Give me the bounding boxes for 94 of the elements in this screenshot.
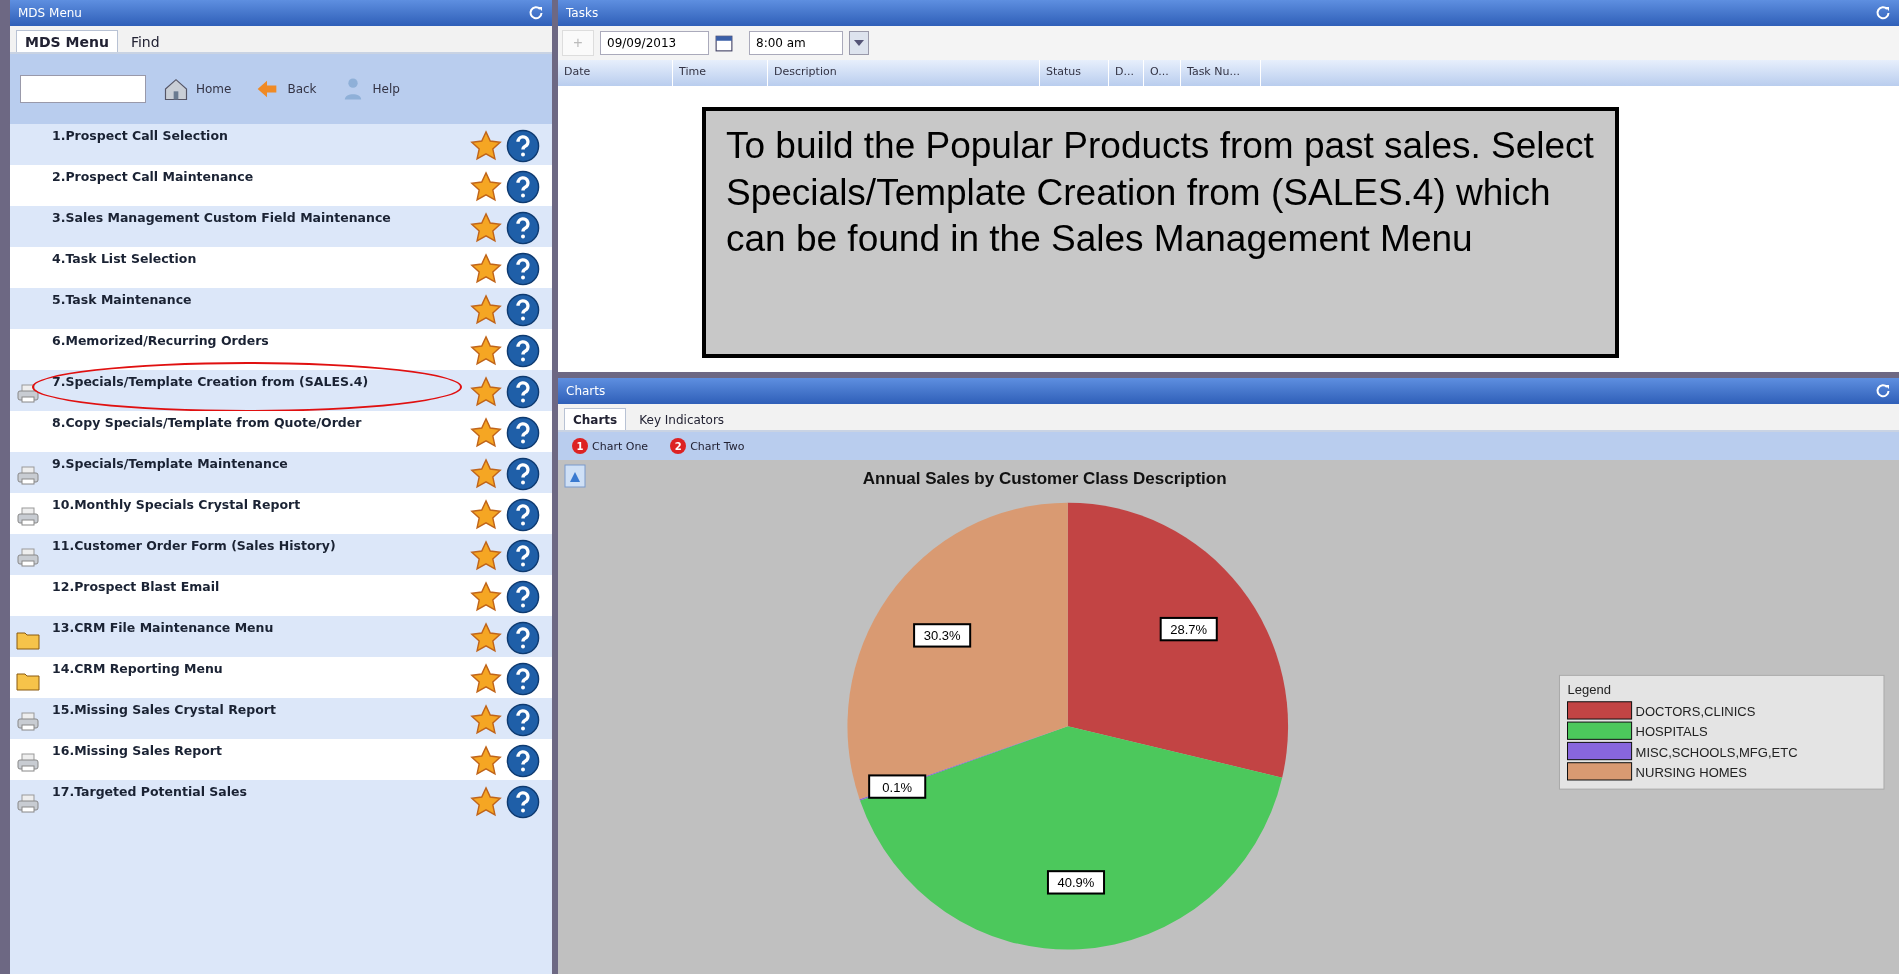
help-icon[interactable] — [506, 662, 540, 696]
star-icon[interactable] — [469, 375, 503, 409]
legend-label: HOSPITALS — [1635, 724, 1708, 740]
column-header[interactable]: Time — [673, 60, 768, 86]
help-icon[interactable] — [506, 170, 540, 204]
menu-item[interactable]: 11.Customer Order Form (Sales History) — [46, 534, 469, 554]
tab[interactable]: Key Indicators — [630, 408, 734, 430]
printer-icon — [15, 751, 41, 775]
menu-item[interactable]: 15.Missing Sales Crystal Report — [46, 698, 469, 718]
help-icon[interactable] — [506, 621, 540, 655]
chart-button[interactable]: 1 Chart One — [566, 437, 655, 455]
data-label: 30.3% — [923, 628, 961, 644]
star-icon[interactable] — [469, 293, 503, 327]
star-icon[interactable] — [469, 416, 503, 450]
data-label: 28.7% — [1170, 622, 1208, 638]
star-icon[interactable] — [469, 252, 503, 286]
star-icon[interactable] — [469, 211, 503, 245]
printer-icon — [15, 505, 41, 529]
legend-label: MISC,SCHOOLS,MFG,ETC — [1635, 744, 1798, 760]
toolbar-button[interactable]: Help — [332, 74, 406, 104]
column-header[interactable]: Date — [558, 60, 673, 86]
legend-label: NURSING HOMES — [1635, 764, 1747, 780]
menu-item[interactable]: 1.Prospect Call Selection — [46, 124, 469, 144]
refresh-icon[interactable] — [1875, 5, 1891, 21]
help-icon[interactable] — [506, 539, 540, 573]
help-icon[interactable] — [506, 211, 540, 245]
toolbar-button[interactable]: Back — [247, 74, 323, 104]
tab[interactable]: MDS Menu — [16, 30, 118, 52]
chart-button[interactable]: 2 Chart Two — [664, 437, 751, 455]
value-label: 40.9% — [1046, 870, 1106, 895]
toolbar-button[interactable]: Home — [156, 74, 238, 104]
search-field[interactable] — [20, 75, 146, 103]
data-label: 0.1% — [882, 779, 913, 795]
help-icon[interactable] — [506, 416, 540, 450]
time-field[interactable]: 8:00 am — [749, 31, 843, 55]
star-icon[interactable] — [469, 662, 503, 696]
callout-note: To build the Popular Products from past sales. Select Specials/Template Creation from (SALES.4) which can be found in the Sales Management Menu — [702, 107, 1619, 358]
printer-icon — [15, 792, 41, 816]
help-icon[interactable] — [506, 457, 540, 491]
column-header[interactable]: Status — [1040, 60, 1109, 86]
star-icon[interactable] — [469, 498, 503, 532]
value-label: 30.3% — [913, 623, 972, 648]
refresh-icon[interactable] — [528, 5, 544, 21]
column-header[interactable]: D... — [1109, 60, 1144, 86]
value-label: 0.1% — [868, 774, 927, 799]
chart-title: Annual Sales by Customer Class Description — [862, 468, 1227, 489]
legend-label: DOCTORS,CLINICS — [1635, 703, 1756, 719]
menu-item[interactable]: 13.CRM File Maintenance Menu — [46, 616, 469, 636]
star-icon[interactable] — [469, 580, 503, 614]
dropdown-button[interactable] — [849, 31, 869, 55]
menu-item[interactable]: 7.Specials/Template Creation from (SALES.4) — [46, 370, 469, 390]
help-icon[interactable] — [506, 334, 540, 368]
panel-title: Tasks — [566, 6, 599, 20]
printer-icon — [15, 382, 41, 406]
menu-item[interactable]: 9.Specials/Template Maintenance — [46, 452, 469, 472]
printer-icon — [15, 464, 41, 488]
column-header[interactable]: O... — [1144, 60, 1181, 86]
help-icon[interactable] — [506, 129, 540, 163]
value-label: 28.7% — [1159, 616, 1218, 642]
help-icon[interactable] — [506, 744, 540, 778]
star-icon[interactable] — [469, 785, 503, 819]
help-icon[interactable] — [506, 785, 540, 819]
column-header[interactable]: Description — [768, 60, 1040, 86]
column-header[interactable]: Task Nu... — [1181, 60, 1261, 86]
star-icon[interactable] — [469, 744, 503, 778]
star-icon[interactable] — [469, 703, 503, 737]
help-icon[interactable] — [506, 375, 540, 409]
star-icon[interactable] — [469, 621, 503, 655]
star-icon[interactable] — [469, 539, 503, 573]
refresh-icon[interactable] — [1875, 383, 1891, 399]
chart-icon[interactable] — [564, 464, 586, 488]
date-field[interactable]: 09/09/2013 — [600, 31, 709, 55]
help-icon[interactable] — [506, 252, 540, 286]
menu-item[interactable]: 3.Sales Management Custom Field Maintenance — [46, 206, 469, 226]
menu-item[interactable]: 5.Task Maintenance — [46, 288, 469, 308]
panel-title: Charts — [566, 384, 606, 398]
star-icon[interactable] — [469, 457, 503, 491]
help-icon[interactable] — [506, 293, 540, 327]
star-icon[interactable] — [469, 170, 503, 204]
star-icon[interactable] — [469, 129, 503, 163]
printer-icon — [15, 710, 41, 734]
help-icon[interactable] — [506, 498, 540, 532]
tab[interactable]: Charts — [564, 408, 627, 430]
caret-icon — [854, 40, 864, 46]
help-icon[interactable] — [506, 580, 540, 614]
panel-title: MDS Menu — [18, 6, 82, 20]
tab[interactable]: Find — [121, 30, 169, 52]
help-icon[interactable] — [506, 703, 540, 737]
legend-title: Legend — [1567, 681, 1611, 697]
star-icon[interactable] — [469, 334, 503, 368]
data-label: 40.9% — [1057, 875, 1095, 891]
printer-icon — [15, 546, 41, 570]
menu-item[interactable]: 17.Targeted Potential Sales — [46, 780, 469, 800]
calendar-icon[interactable] — [715, 34, 733, 52]
